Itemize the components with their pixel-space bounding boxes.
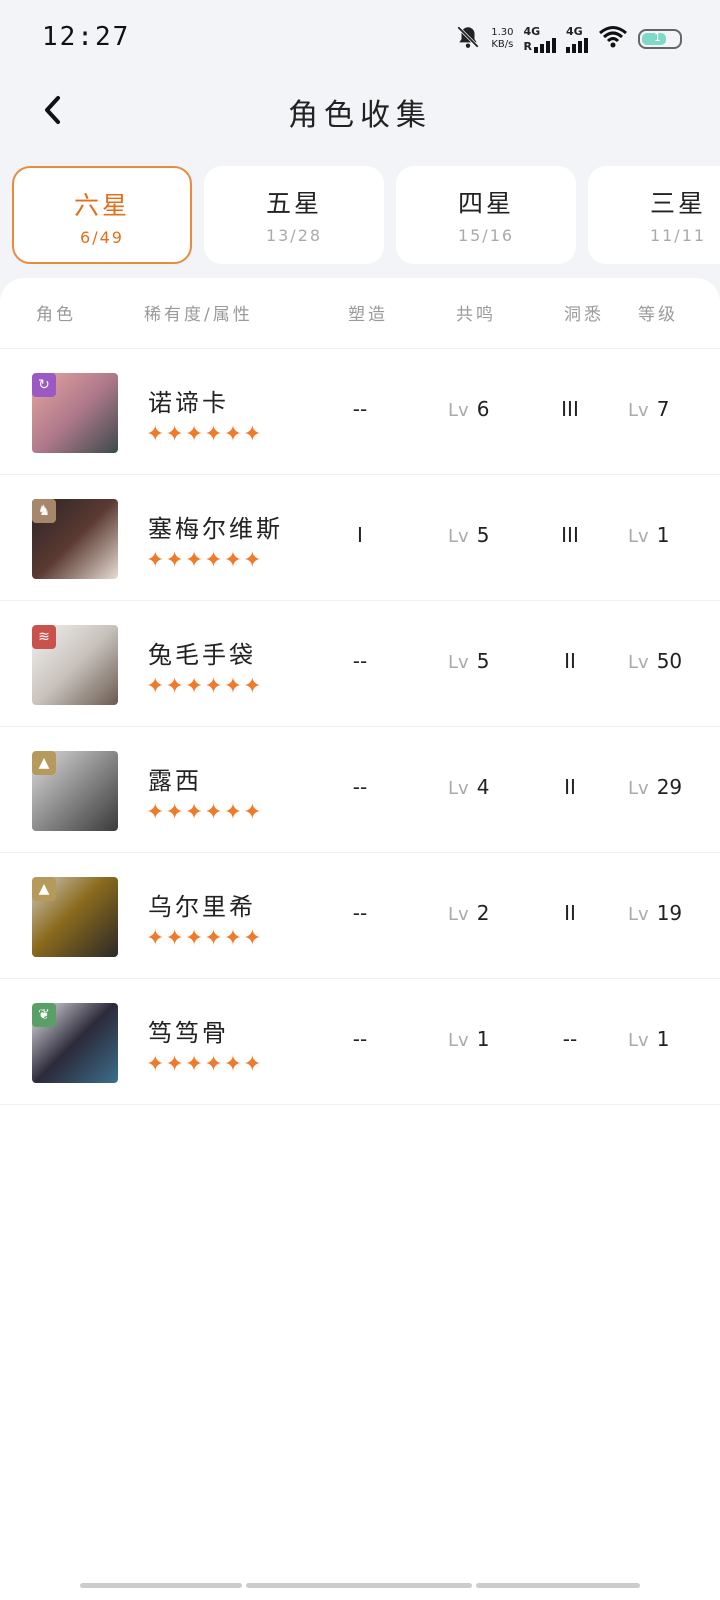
insight-value: III [561,397,579,421]
level-value: Lv 1 [628,523,670,547]
character-row[interactable]: ▲ 露西 ✦✦✦✦✦✦ -- Lv 4 II Lv 29 [0,726,720,852]
character-name: 塞梅尔维斯 [148,515,283,543]
level-value: Lv 7 [628,397,670,421]
level-value: Lv 1 [628,1027,670,1051]
character-avatar: ♞ [32,499,118,579]
tab-three-star[interactable]: 三星 11/11 [588,166,720,264]
character-row[interactable]: ≋ 兔毛手袋 ✦✦✦✦✦✦ -- Lv 5 II Lv 50 [0,600,720,726]
rarity-stars: ✦✦✦✦✦✦ [146,1052,263,1077]
character-name: 露西 [148,767,202,795]
level-value: Lv 29 [628,775,683,799]
tab-five-star[interactable]: 五星 13/28 [204,166,384,264]
rarity-stars: ✦✦✦✦✦✦ [146,548,263,573]
character-row[interactable]: ▲ 乌尔里希 ✦✦✦✦✦✦ -- Lv 2 II Lv 19 [0,852,720,978]
claw-icon: ≋ [32,625,56,649]
signal-1: 4G R [524,25,556,53]
rock-icon: ▲ [32,877,56,901]
status-time: 12:27 [42,22,131,52]
character-name: 乌尔里希 [148,893,256,921]
character-rows: ↻ 诺谛卡 ✦✦✦✦✦✦ -- Lv 6 III Lv 7 ♞ 塞梅尔维斯 ✦✦✦✦… [0,348,720,1105]
character-avatar: ↻ [32,373,118,453]
shaping-value: -- [352,397,368,421]
rarity-stars: ✦✦✦✦✦✦ [146,422,263,447]
resonance-value: Lv 4 [448,775,490,799]
resonance-value: Lv 5 [448,523,490,547]
shaping-value: -- [352,649,368,673]
status-bar: 12:27 1.30 KB/s 4G R 4G 1 [0,0,720,76]
character-list-panel: 角色 稀有度/属性 塑造 共鸣 洞悉 等级 ↻ 诺谛卡 ✦✦✦✦✦✦ -- Lv… [0,278,720,1600]
rarity-stars: ✦✦✦✦✦✦ [146,800,263,825]
signal-2: 4G [566,25,588,53]
character-row[interactable]: ↻ 诺谛卡 ✦✦✦✦✦✦ -- Lv 6 III Lv 7 [0,348,720,474]
page-title: 角色收集 [288,98,432,133]
level-value: Lv 19 [628,901,683,925]
character-row[interactable]: ♞ 塞梅尔维斯 ✦✦✦✦✦✦ I Lv 5 III Lv 1 [0,474,720,600]
header: 角色收集 [0,76,720,156]
column-header-shaping: 塑造 [348,305,388,325]
resonance-value: Lv 5 [448,649,490,673]
rock-icon: ▲ [32,751,56,775]
beast-icon: ♞ [32,499,56,523]
character-name: 兔毛手袋 [148,641,256,669]
column-header-insight: 洞悉 [564,305,604,325]
shaping-value: -- [352,1027,368,1051]
column-header-rarity: 稀有度/属性 [144,305,253,325]
signal-bars-icon [534,38,556,53]
column-header-level: 等级 [638,305,678,325]
character-avatar: ❦ [32,1003,118,1083]
insight-value: III [561,523,579,547]
resonance-value: Lv 6 [448,397,490,421]
battery-icon: 1 [638,29,682,49]
rarity-tabs: 六星 6/49 五星 13/28 四星 15/16 三星 11/11 [12,166,720,266]
shaping-value: I [357,523,363,547]
level-value: Lv 50 [628,649,683,673]
shaping-value: -- [352,901,368,925]
spiral-icon: ↻ [32,373,56,397]
tab-four-star[interactable]: 四星 15/16 [396,166,576,264]
insight-value: II [564,775,576,799]
leaf-icon: ❦ [32,1003,56,1027]
column-header-resonance: 共鸣 [456,305,496,325]
character-name: 诺谛卡 [148,389,229,417]
network-speed: 1.30 KB/s [491,27,514,50]
insight-value: -- [562,1027,578,1051]
insight-value: II [564,649,576,673]
nav-handle-center[interactable] [246,1583,472,1588]
resonance-value: Lv 1 [448,1027,490,1051]
nav-handle-right [476,1583,640,1588]
status-icons: 1.30 KB/s 4G R 4G 1 [455,24,682,54]
nav-handle-left [80,1583,242,1588]
rarity-stars: ✦✦✦✦✦✦ [146,674,263,699]
rarity-stars: ✦✦✦✦✦✦ [146,926,263,951]
insight-value: II [564,901,576,925]
wifi-icon [598,25,628,53]
character-avatar: ▲ [32,877,118,957]
signal-bars-icon [566,38,588,53]
character-avatar: ≋ [32,625,118,705]
character-row[interactable]: ❦ 笃笃骨 ✦✦✦✦✦✦ -- Lv 1 -- Lv 1 [0,978,720,1105]
bell-off-icon [455,24,481,54]
column-header-character: 角色 [36,305,76,325]
character-name: 笃笃骨 [148,1019,229,1047]
character-avatar: ▲ [32,751,118,831]
resonance-value: Lv 2 [448,901,490,925]
tab-six-star[interactable]: 六星 6/49 [12,166,192,264]
shaping-value: -- [352,775,368,799]
